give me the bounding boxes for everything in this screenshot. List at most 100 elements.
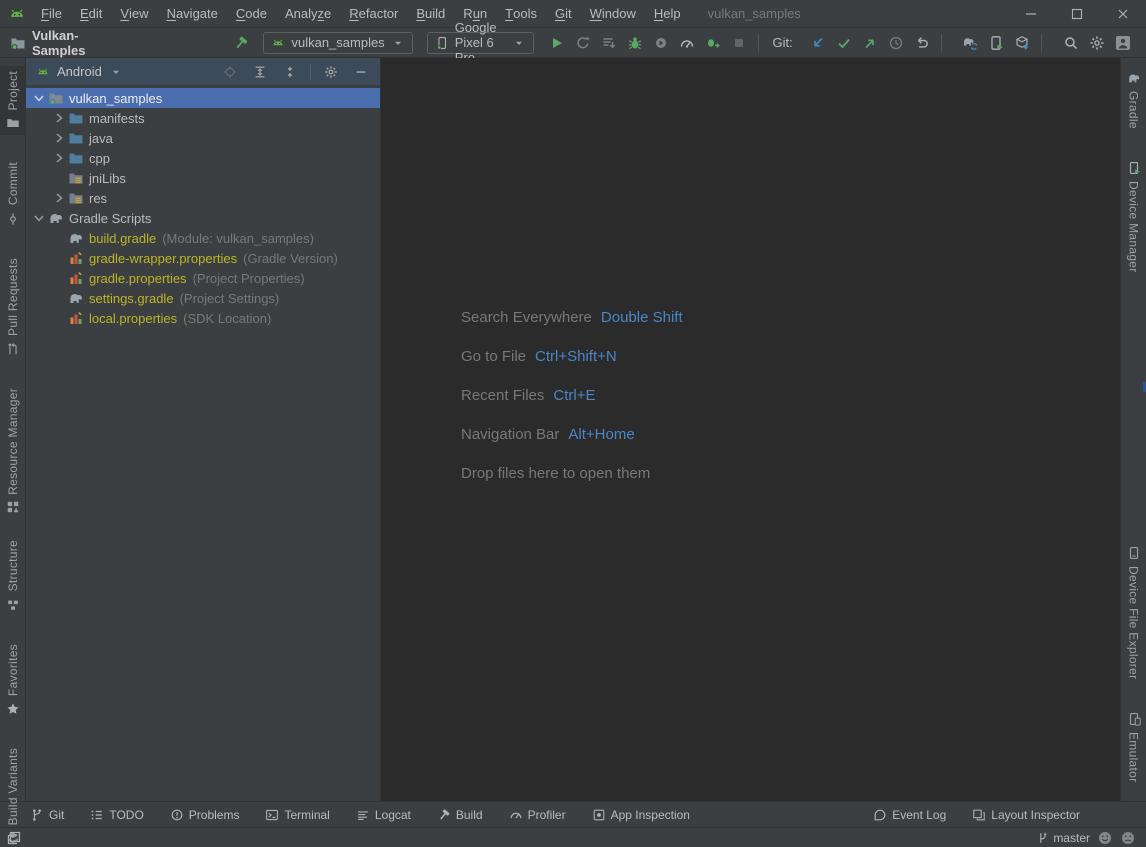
profile-avatar-button[interactable] [1110,31,1136,55]
apply-changes-button[interactable] [596,31,622,55]
tool-button-emulator[interactable]: Emulator [1121,707,1146,787]
debug-button[interactable] [622,31,648,55]
chevron-down-icon[interactable] [30,210,48,226]
tree-row-local-properties[interactable]: local.properties(SDK Location) [26,308,380,328]
profile-avatar-icon [1115,35,1131,51]
toolwindow-button-app-inspection[interactable]: App Inspection [592,808,690,822]
toolwindow-button-todo[interactable]: TODO [90,808,143,822]
toolwindow-button-git[interactable]: Git [30,808,64,822]
menu-git[interactable]: Git [546,0,581,27]
chevron-right-icon[interactable] [50,110,68,126]
menu-edit[interactable]: Edit [71,0,111,27]
maximize-button[interactable] [1054,0,1100,27]
chevron-right-icon[interactable] [50,190,68,206]
expand-all-icon [253,65,267,79]
debug-icon [627,35,643,51]
toolwindow-toggle-icon[interactable] [6,830,22,846]
menu-file[interactable]: File [32,0,71,27]
chevron-down-icon[interactable] [109,65,123,79]
tool-button-resource-manager[interactable]: Resource Manager [0,383,26,520]
project-panel-actions [217,60,374,84]
tree-row-jnilibs[interactable]: jniLibs [26,168,380,188]
profile-button[interactable] [674,31,700,55]
close-button[interactable] [1100,0,1146,27]
attach-debugger-button[interactable] [648,31,674,55]
tree-row-cpp[interactable]: cpp [26,148,380,168]
device-select[interactable]: Google Pixel 6 Pro [427,32,534,54]
project-view-selector[interactable]: Android [57,64,102,79]
menu-code[interactable]: Code [227,0,276,27]
tree-label: local.properties [89,311,177,326]
settings-button[interactable] [1084,31,1110,55]
toolwindow-button-logcat[interactable]: Logcat [356,808,411,822]
tool-actions-group [957,31,1035,55]
run-configuration-select[interactable]: vulkan_samples [263,32,412,54]
sdk-manager-button[interactable] [1009,31,1035,55]
logcat-icon [356,808,370,822]
collapse-all-button[interactable] [277,60,303,84]
apply-code-changes-button[interactable] [700,31,726,55]
tool-button-pull-requests[interactable]: Pull Requests [0,253,26,361]
tree-row-gradle-scripts[interactable]: Gradle Scripts [26,208,380,228]
tool-button-commit[interactable]: Commit [0,157,26,230]
tool-button-device-manager[interactable]: Device Manager [1121,156,1146,278]
rerun-button[interactable] [570,31,596,55]
git-push-button[interactable] [857,31,883,55]
device-manager-button[interactable] [983,31,1009,55]
tree-row-build-gradle[interactable]: build.gradle(Module: vulkan_samples) [26,228,380,248]
build-project-button[interactable] [233,31,249,55]
minimize-button[interactable] [1008,0,1054,27]
android-view-icon [36,65,50,79]
tool-button-favorites[interactable]: Favorites [0,639,26,721]
tree-row-manifests[interactable]: manifests [26,108,380,128]
tree-row-settings-gradle[interactable]: settings.gradle(Project Settings) [26,288,380,308]
toolwindow-button-build[interactable]: Build [437,808,483,822]
locate-button[interactable] [217,60,243,84]
toolwindow-button-layout-inspector[interactable]: Layout Inspector [972,808,1080,822]
git-commit-button[interactable] [831,31,857,55]
chevron-right-icon[interactable] [50,130,68,146]
stop-button[interactable] [726,31,752,55]
tool-button-device-file-explorer[interactable]: Device File Explorer [1121,541,1146,684]
shortcut-action: Navigation Bar [461,426,559,443]
expand-all-button[interactable] [247,60,273,84]
menu-window[interactable]: Window [581,0,645,27]
menu-refactor[interactable]: Refactor [340,0,407,27]
history-button[interactable] [883,31,909,55]
tree-row-res[interactable]: res [26,188,380,208]
chevron-down-icon[interactable] [30,90,48,106]
toolwindow-button-profiler[interactable]: Profiler [509,808,566,822]
rollback-button[interactable] [909,31,935,55]
project-chip[interactable]: Vulkan-Samples [10,28,85,58]
misc-actions-group [1058,31,1136,55]
tool-button-project[interactable]: Project [0,66,26,135]
git-update-button[interactable] [805,31,831,55]
toolwindow-button-event-log[interactable]: Event Log [873,808,946,822]
tree-row-gradle-properties[interactable]: gradle.properties(Project Properties) [26,268,380,288]
happy-feedback-icon[interactable] [1097,830,1113,846]
menu-analyze[interactable]: Analyze [276,0,340,27]
sad-feedback-icon[interactable] [1120,830,1136,846]
toolwindow-button-problems[interactable]: Problems [170,808,240,822]
tree-row-gradle-wrapper-properties[interactable]: gradle-wrapper.properties(Gradle Version… [26,248,380,268]
tree-row-vulkan-samples[interactable]: vulkan_samples [26,88,380,108]
menu-navigate[interactable]: Navigate [158,0,227,27]
tree-row-java[interactable]: java [26,128,380,148]
settings-button[interactable] [318,60,344,84]
gradle-sync-button[interactable] [957,31,983,55]
run-button[interactable] [544,31,570,55]
tool-button-structure[interactable]: Structure [0,535,26,616]
tool-button-gradle[interactable]: Gradle [1121,66,1146,134]
chevron-right-icon[interactable] [50,150,68,166]
search-button[interactable] [1058,31,1084,55]
shortcut-hint: Go to FileCtrl+Shift+N [461,337,683,376]
left-tool-stripe: Project Commit Pull Requests Resource Manag… [0,58,26,801]
toolwindow-button-terminal[interactable]: Terminal [265,808,329,822]
resource-manager-icon [6,500,20,514]
hide-button[interactable] [348,60,374,84]
menu-view[interactable]: View [111,0,157,27]
menu-help[interactable]: Help [645,0,690,27]
git-branch-widget[interactable]: master [1036,831,1090,845]
menu-build[interactable]: Build [407,0,454,27]
android-studio-window: FileEditViewNavigateCodeAnalyzeRefactorB… [0,0,1146,847]
